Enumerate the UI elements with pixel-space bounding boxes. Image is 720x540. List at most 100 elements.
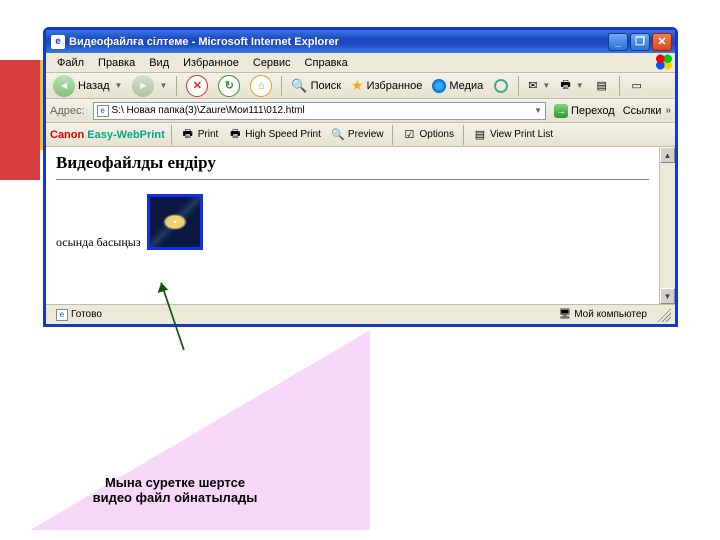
go-label: Переход <box>571 105 615 117</box>
decor-red <box>0 60 40 180</box>
scroll-down-button[interactable]: ▼ <box>660 288 675 304</box>
canon-hsp-button[interactable]: 🖶High Speed Print <box>225 124 324 146</box>
address-label: Адрес: <box>50 105 85 117</box>
canon-print-label: Print <box>198 129 219 140</box>
separator <box>392 125 393 145</box>
chat-icon: ▭ <box>631 79 641 92</box>
status-ready: e Готово <box>50 309 108 321</box>
search-label: Поиск <box>311 80 341 92</box>
nav-toolbar: ◄ Назад ▼ ► ▼ ✕ ↻ ⌂ 🔍 Поиск ★ Избранное … <box>46 73 675 99</box>
canon-hsp-label: High Speed Print <box>245 129 321 140</box>
go-button[interactable]: → Переход <box>550 104 619 118</box>
ie-icon: e <box>51 35 65 49</box>
search-icon: 🔍 <box>291 78 307 94</box>
history-button[interactable] <box>490 75 512 97</box>
separator <box>463 125 464 145</box>
media-button[interactable]: Медиа <box>429 75 486 97</box>
canon-preview-button[interactable]: 🔍Preview <box>328 124 387 146</box>
stop-button[interactable]: ✕ <box>183 75 211 97</box>
canon-viewlist-label: View Print List <box>490 129 553 140</box>
forward-icon: ► <box>132 75 154 97</box>
video-thumbnail-link[interactable] <box>147 194 203 250</box>
canon-viewlist-button[interactable]: ▤View Print List <box>470 124 556 146</box>
separator <box>619 76 620 96</box>
menu-favorites[interactable]: Избранное <box>176 55 246 71</box>
canon-brand-e: Easy-WebPrint <box>87 129 164 141</box>
annotation-line2: видео файл ойнатылады <box>55 490 295 505</box>
extra-button[interactable]: ▭ <box>626 75 648 97</box>
back-button[interactable]: ◄ Назад ▼ <box>50 75 125 97</box>
menubar: Файл Правка Вид Избранное Сервис Справка <box>46 53 675 73</box>
back-label: Назад <box>78 80 110 92</box>
canon-preview-label: Preview <box>348 129 384 140</box>
history-icon <box>494 79 508 93</box>
menu-tools[interactable]: Сервис <box>246 55 298 71</box>
refresh-button[interactable]: ↻ <box>215 75 243 97</box>
print-button[interactable]: 🖶▼ <box>557 75 586 97</box>
divider <box>56 179 649 180</box>
chevron-down-icon: ▼ <box>159 81 167 90</box>
menu-file[interactable]: Файл <box>50 55 91 71</box>
titlebar[interactable]: e Видеофайлға сілтеме - Microsoft Intern… <box>46 30 675 53</box>
computer-icon: 🖥 <box>559 309 572 320</box>
address-bar: Адрес: e S:\ Новая папка(3)\Zaure\Мои111… <box>46 99 675 123</box>
window-title: Видеофайлға сілтеме - Microsoft Internet… <box>69 36 608 48</box>
thumb-caption: осында басыңыз <box>56 235 141 250</box>
menu-view[interactable]: Вид <box>142 55 176 71</box>
menu-edit[interactable]: Правка <box>91 55 142 71</box>
list-icon: ▤ <box>473 128 487 142</box>
page-icon: e <box>97 105 109 117</box>
chevron-down-icon: ▼ <box>115 81 123 90</box>
canon-brand-c: Canon <box>50 129 84 141</box>
menu-help[interactable]: Справка <box>298 55 355 71</box>
status-zone-text: Мой компьютер <box>574 309 647 320</box>
options-icon: ☑ <box>402 128 416 142</box>
separator <box>176 76 177 96</box>
mail-button[interactable]: ✉▼ <box>525 75 553 97</box>
canon-options-button[interactable]: ☑Options <box>399 124 456 146</box>
canon-print-button[interactable]: 🖶Print <box>178 124 222 146</box>
close-button[interactable]: ✕ <box>652 33 672 51</box>
stop-icon: ✕ <box>186 75 208 97</box>
maximize-button[interactable]: ❐ <box>630 33 650 51</box>
browser-window: e Видеофайлға сілтеме - Microsoft Intern… <box>43 27 678 327</box>
content-area: Видеофайлды ендіру осында басыңыз ▲ ▼ <box>46 147 675 304</box>
annotation-line1: Мына суретке шертсе <box>55 475 295 490</box>
media-label: Медиа <box>449 80 483 92</box>
chevron-down-icon: ▼ <box>542 81 550 90</box>
search-button[interactable]: 🔍 Поиск <box>288 75 344 97</box>
back-icon: ◄ <box>53 75 75 97</box>
page-icon: e <box>56 309 68 321</box>
statusbar: e Готово 🖥 Мой компьютер <box>46 304 675 324</box>
media-icon <box>432 79 446 93</box>
canon-toolbar: Canon Easy-WebPrint 🖶Print 🖶High Speed P… <box>46 123 675 147</box>
address-field[interactable]: e S:\ Новая папка(3)\Zaure\Мои111\012.ht… <box>93 102 546 120</box>
scroll-up-button[interactable]: ▲ <box>660 147 675 163</box>
printer-icon: 🖶 <box>181 128 195 142</box>
separator <box>171 125 172 145</box>
resize-grip[interactable] <box>657 308 671 322</box>
links-label[interactable]: Ссылки <box>623 105 662 117</box>
separator <box>281 76 282 96</box>
edit-icon: ▤ <box>596 79 606 92</box>
windows-flag-icon <box>655 54 673 70</box>
home-button[interactable]: ⌂ <box>247 75 275 97</box>
vertical-scrollbar[interactable]: ▲ ▼ <box>659 147 675 304</box>
canon-logo: Canon Easy-WebPrint <box>50 129 165 141</box>
scroll-track[interactable] <box>660 163 675 288</box>
chevron-down-icon: ▼ <box>576 81 584 90</box>
forward-button[interactable]: ► ▼ <box>129 75 170 97</box>
preview-icon: 🔍 <box>331 128 345 142</box>
separator <box>518 76 519 96</box>
edit-button[interactable]: ▤ <box>591 75 613 97</box>
star-icon: ★ <box>351 77 364 94</box>
overflow-icon[interactable]: » <box>665 105 671 116</box>
minimize-button[interactable]: _ <box>608 33 628 51</box>
chevron-down-icon[interactable]: ▼ <box>534 106 542 115</box>
favorites-label: Избранное <box>367 80 423 92</box>
address-value: S:\ Новая папка(3)\Zaure\Мои111\012.html <box>112 105 305 116</box>
favorites-button[interactable]: ★ Избранное <box>348 75 425 97</box>
page-heading: Видеофайлды ендіру <box>56 153 649 173</box>
printer-fast-icon: 🖶 <box>228 128 242 142</box>
home-icon: ⌂ <box>250 75 272 97</box>
